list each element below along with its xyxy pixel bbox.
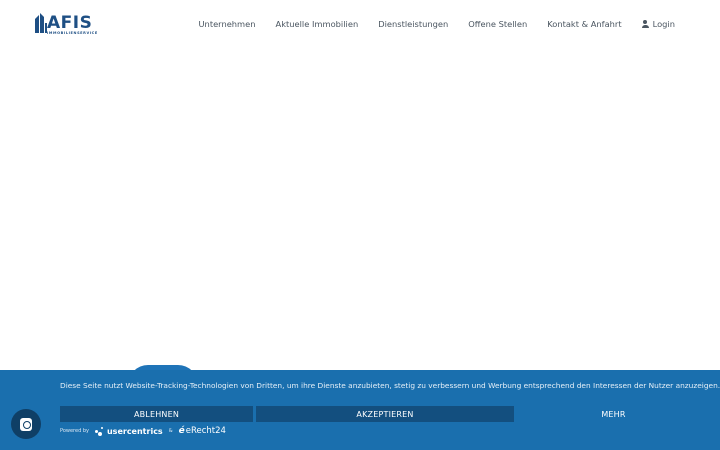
deny-button[interactable]: ABLEHNEN (60, 406, 253, 422)
nav-item-kontakt-anfahrt[interactable]: Kontakt & Anfahrt (547, 19, 621, 29)
login-link[interactable]: Login (641, 19, 675, 29)
erecht24-logo[interactable]: é eRecht24 (179, 426, 226, 436)
nav-item-dienstleistungen[interactable]: Dienstleistungen (378, 19, 448, 29)
nav-item-aktuelle-immobilien[interactable]: Aktuelle Immobilien (276, 19, 359, 29)
hero-area (0, 50, 720, 370)
usercentrics-icon (94, 427, 105, 436)
accept-button[interactable]: AKZEPTIEREN (256, 406, 514, 422)
powered-by-label: Powered by (60, 428, 89, 434)
logo-subtext: IMMOBILIENSERVICE (47, 31, 98, 35)
usercentrics-name: usercentrics (106, 426, 163, 436)
powered-by: Powered by usercentrics & é eRecht24 (60, 426, 226, 436)
more-button[interactable]: MEHR (517, 406, 710, 422)
user-icon (641, 20, 649, 28)
usercentrics-logo[interactable]: usercentrics (94, 426, 163, 436)
afis-logo[interactable]: AFIS IMMOBILIENSERVICE (35, 13, 98, 37)
erecht24-name: eRecht24 (185, 426, 226, 436)
fingerprint-icon (20, 417, 32, 431)
ampersand: & (168, 428, 173, 434)
site-header: AFIS IMMOBILIENSERVICE Unternehmen Aktue… (0, 0, 720, 50)
cookie-message: Diese Seite nutzt Website-Tracking-Techn… (60, 381, 720, 390)
logo-text: AFIS (47, 13, 93, 33)
main-nav: Unternehmen Aktuelle Immobilien Dienstle… (198, 19, 675, 29)
cookie-banner: Diese Seite nutzt Website-Tracking-Techn… (0, 370, 720, 450)
nav-item-offene-stellen[interactable]: Offene Stellen (468, 19, 527, 29)
erecht24-icon: é (178, 426, 185, 436)
buildings-icon (35, 13, 47, 33)
privacy-settings-button[interactable] (11, 409, 41, 439)
nav-item-unternehmen[interactable]: Unternehmen (198, 19, 255, 29)
login-label: Login (652, 19, 675, 29)
